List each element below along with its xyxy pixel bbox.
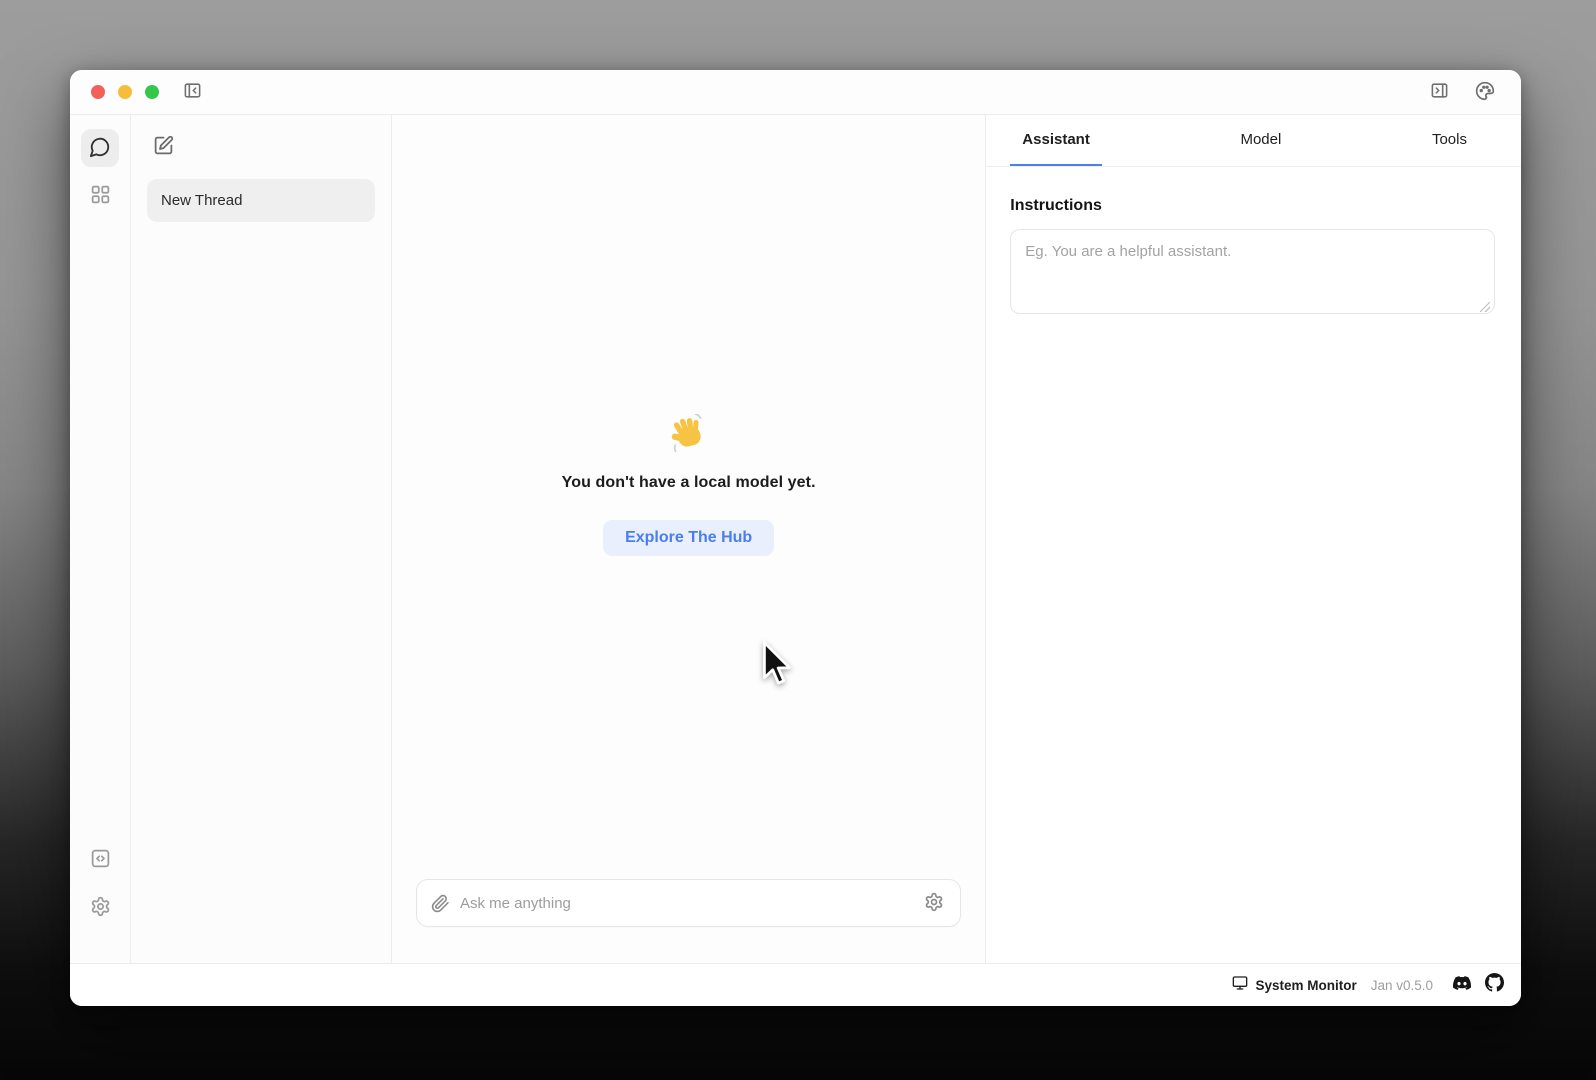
system-monitor-label: System Monitor: [1255, 978, 1356, 993]
mouse-cursor: [760, 641, 794, 689]
chat-area: You don't have a local model yet. Explor…: [392, 115, 986, 963]
new-thread-compose-icon: [153, 144, 174, 159]
instructions-textarea[interactable]: [1010, 229, 1495, 314]
close-button[interactable]: [91, 85, 105, 99]
sidebar-item-local-api[interactable]: [81, 841, 119, 879]
chat-bubble-icon: [89, 136, 111, 161]
discord-link[interactable]: [1453, 974, 1471, 997]
minimize-button[interactable]: [118, 85, 132, 99]
gear-icon: [924, 892, 944, 915]
left-rail: [70, 115, 131, 963]
traffic-lights: [91, 85, 159, 99]
sidebar-item-hub[interactable]: [81, 177, 119, 215]
github-icon: [1485, 973, 1504, 997]
theme-palette-icon: [1475, 81, 1495, 104]
github-link[interactable]: [1485, 973, 1504, 997]
monitor-icon: [1232, 975, 1248, 996]
thread-title: New Thread: [161, 192, 242, 209]
window-content: New Thread: [70, 115, 1521, 963]
chat-input[interactable]: [460, 895, 912, 912]
tab-tools[interactable]: Tools: [1420, 115, 1479, 166]
new-thread-button[interactable]: [147, 131, 178, 163]
chat-input-bar: [416, 879, 961, 927]
sidebar-collapse-icon: [183, 81, 202, 103]
sidebar-collapse-button[interactable]: [181, 79, 204, 105]
sidebar-item-threads[interactable]: [81, 129, 119, 167]
right-panel-toggle-button[interactable]: [1428, 79, 1451, 105]
panel-tabs: Assistant Model Tools: [986, 115, 1521, 167]
code-square-icon: [90, 848, 111, 872]
desktop-background: New Thread: [0, 0, 1596, 1080]
thread-list-item[interactable]: New Thread: [147, 179, 375, 222]
assistant-panel: Assistant Model Tools Instructions: [986, 115, 1521, 963]
grid-icon: [90, 184, 111, 208]
thread-list-panel: New Thread: [131, 115, 392, 963]
app-version-label: Jan v0.5.0: [1371, 978, 1433, 993]
gear-icon: [90, 896, 111, 920]
theme-button[interactable]: [1473, 79, 1497, 106]
paperclip-icon[interactable]: [431, 894, 450, 913]
statusbar: System Monitor Jan v0.5.0: [70, 963, 1521, 1006]
tab-assistant[interactable]: Assistant: [1010, 115, 1102, 166]
app-window: New Thread: [70, 70, 1521, 1006]
panel-right-toggle-icon: [1430, 81, 1449, 103]
explore-hub-button[interactable]: Explore The Hub: [603, 520, 774, 556]
zoom-button[interactable]: [145, 85, 159, 99]
empty-state: You don't have a local model yet. Explor…: [392, 103, 985, 867]
model-settings-button[interactable]: [922, 890, 946, 917]
sidebar-item-settings[interactable]: [81, 889, 119, 927]
empty-state-message: You don't have a local model yet.: [562, 474, 816, 492]
system-monitor-button[interactable]: System Monitor: [1232, 975, 1356, 996]
waving-hand-emoji: [669, 414, 709, 454]
tab-model[interactable]: Model: [1228, 115, 1293, 166]
discord-icon: [1453, 974, 1471, 997]
instructions-heading: Instructions: [1010, 197, 1495, 215]
